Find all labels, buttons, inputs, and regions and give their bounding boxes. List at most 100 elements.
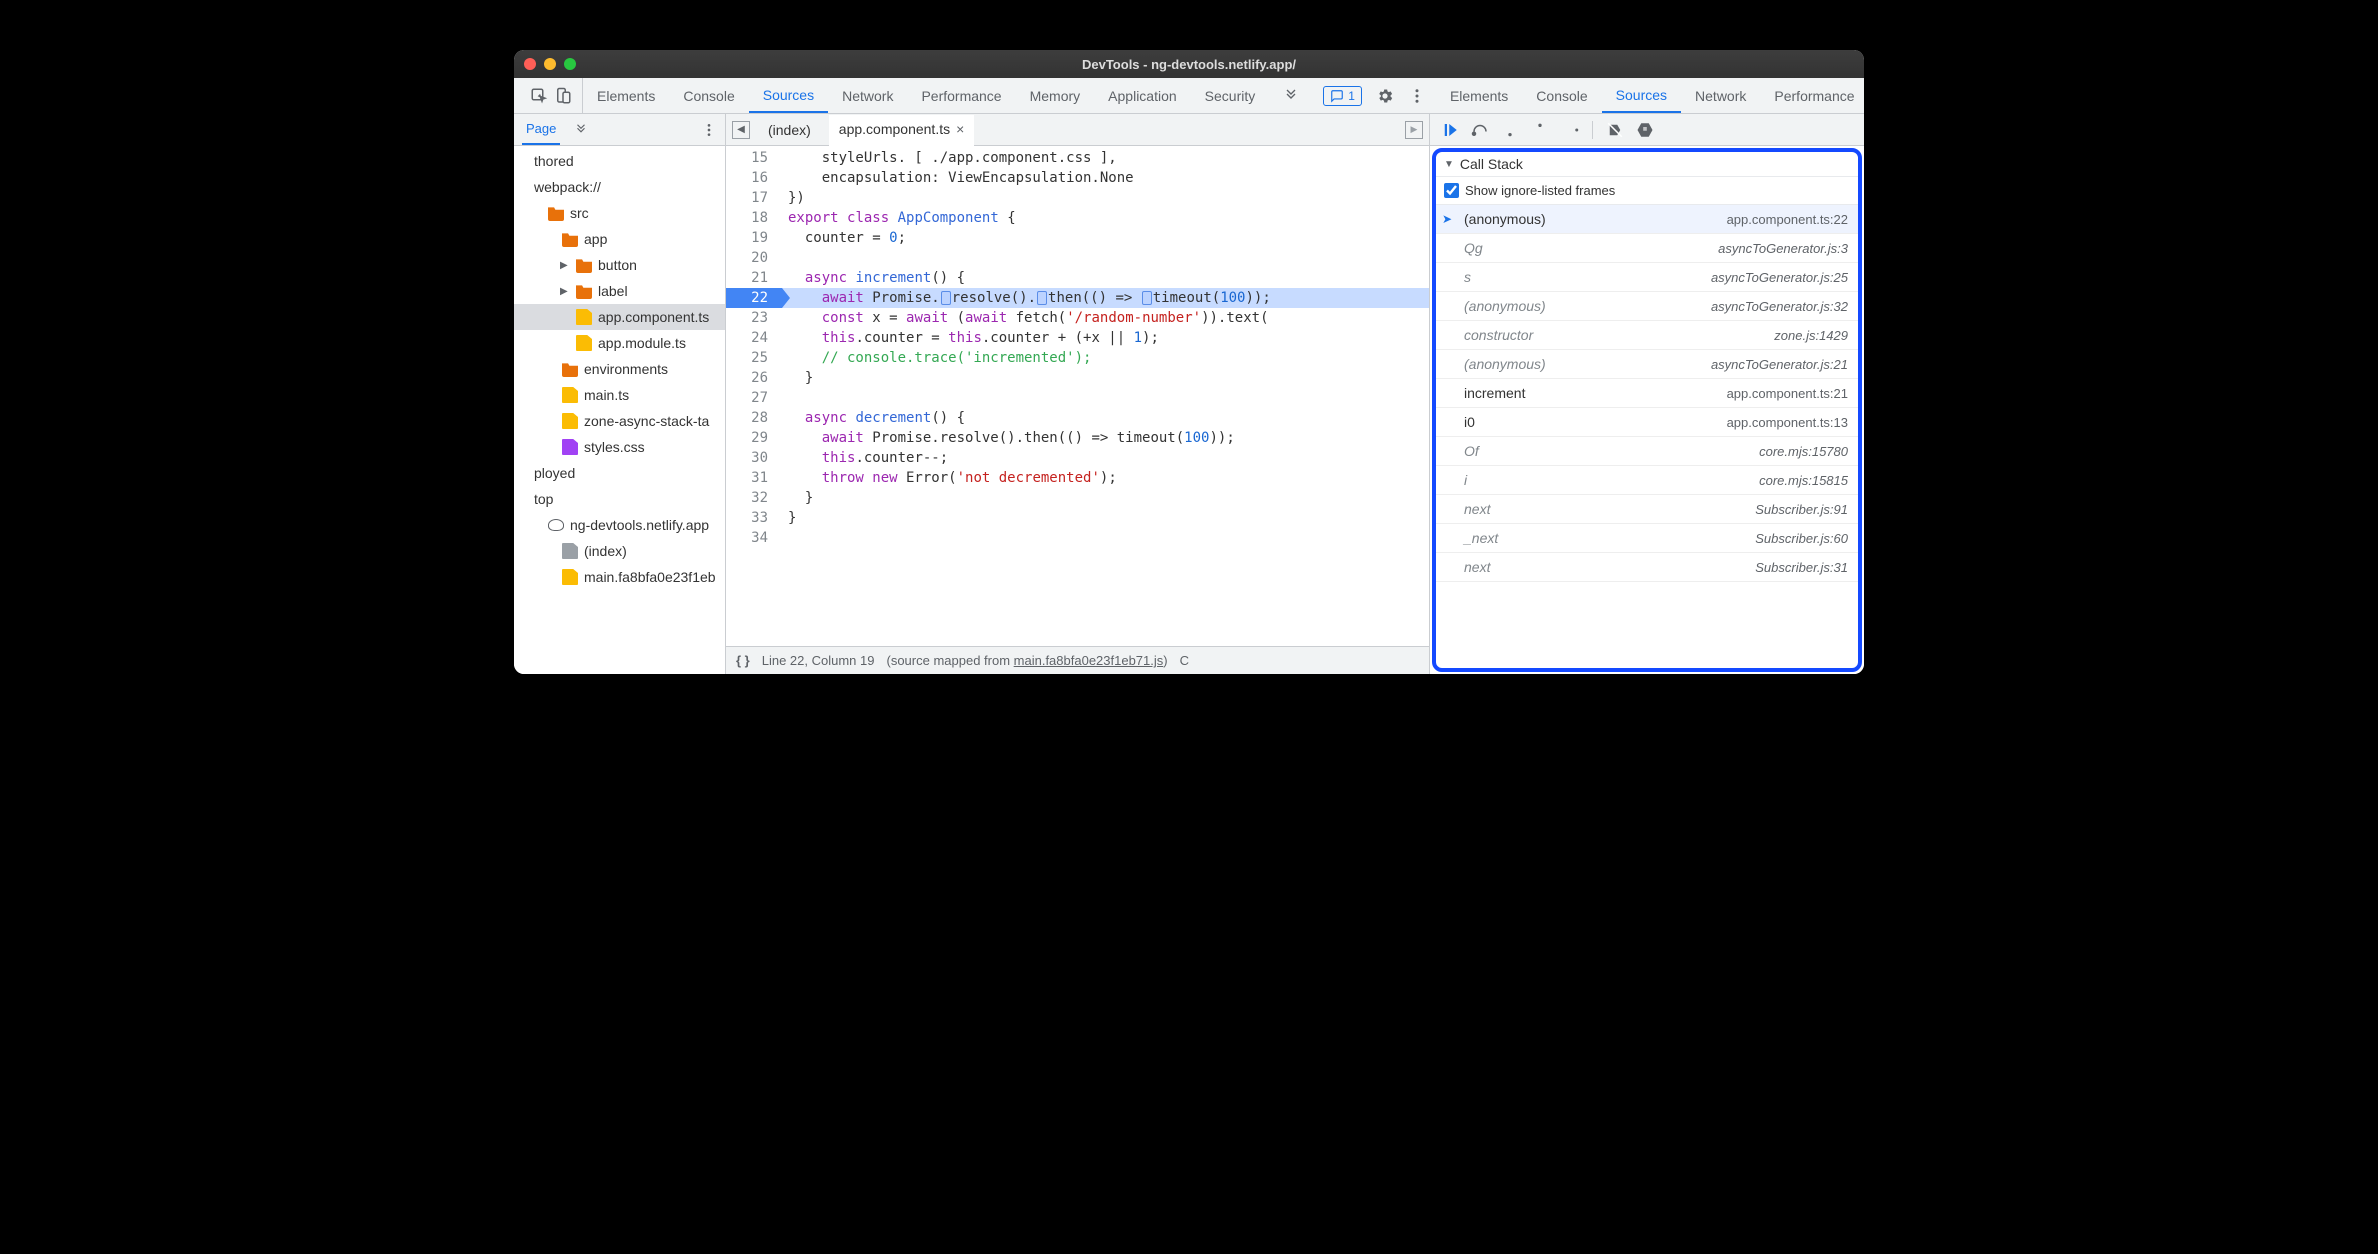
source-line[interactable]: await Promise.resolve().then(() => timeo… <box>782 428 1429 448</box>
panel-tab-network[interactable]: Network <box>1681 78 1760 113</box>
tree-node[interactable]: app <box>514 226 725 252</box>
source-line[interactable]: async increment() { <box>782 268 1429 288</box>
stack-frame[interactable]: nextSubscriber.js:91 <box>1436 495 1858 524</box>
source-line[interactable]: await Promise.resolve().then(() => timeo… <box>782 288 1429 308</box>
stack-frame[interactable]: (anonymous)asyncToGenerator.js:21 <box>1436 350 1858 379</box>
pretty-print-icon[interactable]: { } <box>736 653 750 668</box>
panel-tab-sources[interactable]: Sources <box>1602 78 1681 113</box>
more-panels-icon[interactable] <box>1269 78 1313 113</box>
source-line[interactable]: // console.trace('incremented'); <box>782 348 1429 368</box>
source-line[interactable]: } <box>782 488 1429 508</box>
panel-tab-performance[interactable]: Performance <box>907 78 1015 113</box>
navigator-tab-page[interactable]: Page <box>522 114 560 145</box>
editor-tab-index[interactable]: (index) <box>758 114 821 145</box>
line-number[interactable]: 17 <box>726 188 772 208</box>
line-number[interactable]: 21 <box>726 268 772 288</box>
stack-frame[interactable]: (anonymous)app.component.ts:22 <box>1436 205 1858 234</box>
source-map-link[interactable]: main.fa8bfa0e23f1eb71.js <box>1014 653 1164 668</box>
source-line[interactable]: this.counter = this.counter + (+x || 1); <box>782 328 1429 348</box>
line-number[interactable]: 31 <box>726 468 772 488</box>
stack-frame[interactable]: Ofcore.mjs:15780 <box>1436 437 1858 466</box>
editor-history-back-icon[interactable]: ◀ <box>732 121 750 139</box>
source-line[interactable]: this.counter--; <box>782 448 1429 468</box>
line-number[interactable]: 24 <box>726 328 772 348</box>
tree-node[interactable]: top <box>514 486 725 512</box>
stack-frame[interactable]: incrementapp.component.ts:21 <box>1436 379 1858 408</box>
file-tree[interactable]: thoredwebpack://srcapp▶button▶labelapp.c… <box>514 146 725 674</box>
line-number[interactable]: 25 <box>726 348 772 368</box>
source-text[interactable]: styleUrls. [ ./app.component.css ], enca… <box>782 146 1429 646</box>
code-area[interactable]: 1516171819202122232425262728293031323334… <box>726 146 1429 646</box>
tree-node[interactable]: environments <box>514 356 725 382</box>
line-number[interactable]: 26 <box>726 368 772 388</box>
tree-node[interactable]: ▶label <box>514 278 725 304</box>
tree-node[interactable]: main.fa8bfa0e23f1eb <box>514 564 725 590</box>
source-line[interactable]: styleUrls. [ ./app.component.css ], <box>782 148 1429 168</box>
navigator-more-icon[interactable] <box>570 114 592 145</box>
show-ignored-checkbox[interactable] <box>1444 183 1459 198</box>
source-line[interactable]: } <box>782 368 1429 388</box>
source-line[interactable]: }) <box>782 188 1429 208</box>
tree-node[interactable]: zone-async-stack-ta <box>514 408 725 434</box>
stack-frame[interactable]: sasyncToGenerator.js:25 <box>1436 263 1858 292</box>
close-tab-icon[interactable]: × <box>956 121 964 137</box>
line-number[interactable]: 28 <box>726 408 772 428</box>
step-over-icon[interactable] <box>1470 120 1490 140</box>
line-number[interactable]: 20 <box>726 248 772 268</box>
panel-tab-security[interactable]: Security <box>1191 78 1270 113</box>
tree-node[interactable]: ng-devtools.netlify.app <box>514 512 725 538</box>
line-number[interactable]: 16 <box>726 168 772 188</box>
tree-node[interactable]: thored <box>514 148 725 174</box>
tree-node[interactable]: app.module.ts <box>514 330 725 356</box>
line-number[interactable]: 32 <box>726 488 772 508</box>
source-line[interactable]: export class AppComponent { <box>782 208 1429 228</box>
source-line[interactable]: const x = await (await fetch('/random-nu… <box>782 308 1429 328</box>
line-number[interactable]: 18 <box>726 208 772 228</box>
line-number[interactable]: 15 <box>726 148 772 168</box>
editor-tab-app-component[interactable]: app.component.ts × <box>829 115 974 146</box>
resume-icon[interactable] <box>1440 120 1460 140</box>
navigator-kebab-icon[interactable] <box>701 122 717 138</box>
line-number[interactable]: 27 <box>726 388 772 408</box>
panel-tab-memory[interactable]: Memory <box>1016 78 1095 113</box>
source-line[interactable] <box>782 388 1429 408</box>
panel-tab-application[interactable]: Application <box>1094 78 1191 113</box>
step-into-icon[interactable] <box>1500 120 1520 140</box>
show-ignored-row[interactable]: Show ignore-listed frames <box>1436 177 1858 205</box>
tree-node[interactable]: styles.css <box>514 434 725 460</box>
source-line[interactable]: throw new Error('not decremented'); <box>782 468 1429 488</box>
tree-node[interactable]: app.component.ts <box>514 304 725 330</box>
panel-tab-sources[interactable]: Sources <box>749 78 828 113</box>
line-number[interactable]: 19 <box>726 228 772 248</box>
device-toggle-icon[interactable] <box>554 87 572 105</box>
panel-tab-performance[interactable]: Performance <box>1760 78 1864 113</box>
tree-node[interactable]: webpack:// <box>514 174 725 200</box>
source-line[interactable] <box>782 248 1429 268</box>
more-options-icon[interactable] <box>1408 87 1426 105</box>
line-number[interactable]: 23 <box>726 308 772 328</box>
call-stack-header[interactable]: ▼ Call Stack <box>1436 152 1858 177</box>
step-out-icon[interactable] <box>1530 120 1550 140</box>
source-line[interactable]: } <box>782 508 1429 528</box>
source-line[interactable]: encapsulation: ViewEncapsulation.None <box>782 168 1429 188</box>
tree-node[interactable]: (index) <box>514 538 725 564</box>
run-snippet-icon[interactable]: ▶ <box>1405 121 1423 139</box>
panel-tab-network[interactable]: Network <box>828 78 907 113</box>
tree-node[interactable]: ployed <box>514 460 725 486</box>
tree-node[interactable]: ▶button <box>514 252 725 278</box>
messages-badge[interactable]: 1 <box>1323 86 1362 106</box>
line-gutter[interactable]: 1516171819202122232425262728293031323334 <box>726 146 782 646</box>
panel-tab-elements[interactable]: Elements <box>583 78 669 113</box>
pause-exceptions-icon[interactable] <box>1635 120 1655 140</box>
deactivate-breakpoints-icon[interactable] <box>1605 120 1625 140</box>
source-line[interactable]: async decrement() { <box>782 408 1429 428</box>
line-number[interactable]: 30 <box>726 448 772 468</box>
source-line[interactable]: counter = 0; <box>782 228 1429 248</box>
stack-frame[interactable]: (anonymous)asyncToGenerator.js:32 <box>1436 292 1858 321</box>
tree-node[interactable]: src <box>514 200 725 226</box>
line-number[interactable]: 22 <box>726 288 782 308</box>
stack-frame[interactable]: constructorzone.js:1429 <box>1436 321 1858 350</box>
panel-tab-console[interactable]: Console <box>669 78 748 113</box>
panel-tab-elements[interactable]: Elements <box>1436 78 1522 113</box>
stack-frame[interactable]: nextSubscriber.js:31 <box>1436 553 1858 582</box>
